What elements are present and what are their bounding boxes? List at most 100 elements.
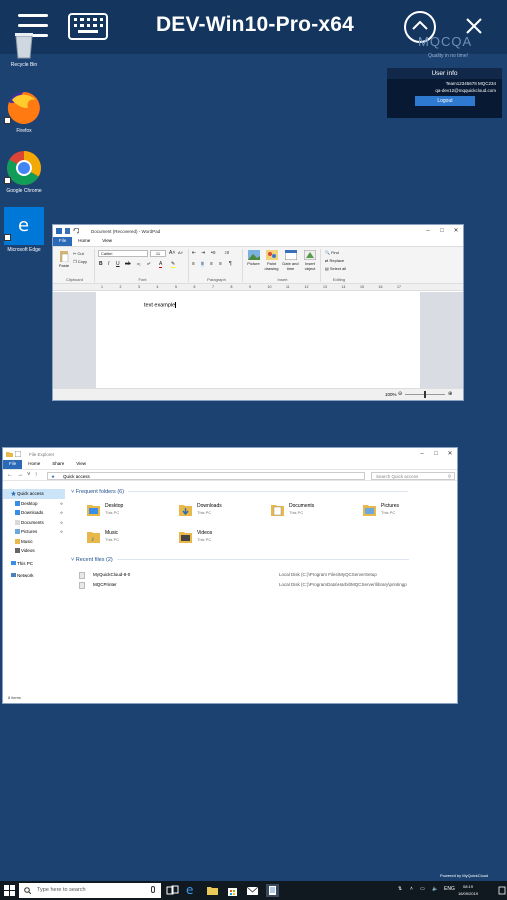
strikethrough-icon[interactable]: ab — [125, 261, 131, 267]
font-color-icon[interactable]: A — [159, 261, 163, 268]
store-icon[interactable] — [226, 884, 239, 897]
wordpad-title-bar[interactable]: Document (Recovered) - WordPad – □ ✕ — [53, 225, 463, 237]
underline-icon[interactable]: U — [116, 261, 120, 267]
recent-file-row[interactable]: MQCPrinter Local Disk (C:)\ProgramData\H… — [79, 581, 449, 590]
pin-icon[interactable]: ⟡ — [60, 518, 63, 528]
italic-icon[interactable]: I — [108, 261, 109, 267]
ruler[interactable]: 1 2 3 4 5 6 7 8 9 10 11 12 13 14 15 16 17 — [53, 284, 463, 291]
folder-tile-pictures[interactable]: Pictures This PC — [363, 500, 443, 522]
date-time-button[interactable]: Date and time — [282, 250, 299, 271]
notification-icon[interactable] — [498, 885, 506, 896]
address-input[interactable]: ★ Quick access — [47, 472, 365, 480]
tab-file[interactable]: File — [3, 460, 23, 469]
nav-desktop[interactable]: Desktop ⟡ — [3, 499, 65, 509]
insert-object-button[interactable]: Insert object — [301, 250, 319, 271]
nav-pictures[interactable]: Pictures ⟡ — [3, 527, 65, 537]
microphone-icon[interactable] — [151, 886, 155, 893]
tab-view[interactable]: View — [96, 237, 118, 246]
nav-network[interactable]: Network — [3, 571, 65, 581]
document-page[interactable]: text example — [96, 292, 420, 389]
nav-documents[interactable]: Documents ⟡ — [3, 518, 65, 528]
desktop-icon-edge[interactable]: e Microsoft Edge — [0, 207, 48, 253]
maximize-button[interactable]: □ — [435, 225, 449, 237]
tab-home[interactable]: Home — [22, 460, 46, 469]
superscript-icon[interactable]: x² — [147, 261, 150, 266]
task-view-icon[interactable] — [166, 884, 179, 897]
logout-button[interactable]: Logout — [415, 96, 475, 106]
wordpad-taskbar-icon[interactable] — [266, 884, 279, 897]
folder-tile-music[interactable]: ♪ Music This PC — [87, 527, 167, 549]
language-indicator[interactable]: ENG — [444, 886, 455, 892]
font-family-select[interactable]: Calibri — [98, 250, 148, 257]
bullets-icon[interactable]: •≡ — [211, 250, 216, 256]
tab-share[interactable]: Share — [46, 460, 70, 469]
nav-downloads[interactable]: Downloads ⟡ — [3, 508, 65, 518]
paste-button[interactable]: Paste — [57, 250, 71, 268]
undo-icon[interactable] — [73, 228, 79, 234]
frequent-folders-header[interactable]: ˅ Frequent folders (6) — [71, 489, 409, 495]
pin-icon[interactable]: ⟡ — [60, 499, 63, 509]
edge-taskbar-icon[interactable]: e — [186, 884, 199, 897]
align-center-icon[interactable]: ≡ — [201, 261, 204, 267]
nav-music[interactable]: Music — [3, 537, 65, 547]
close-button[interactable]: ✕ — [449, 225, 463, 237]
folder-tile-downloads[interactable]: Downloads This PC — [179, 500, 259, 522]
display-tray-icon[interactable]: ▭ — [420, 886, 425, 892]
line-spacing-icon[interactable]: ↕≡ — [224, 250, 229, 256]
picture-button[interactable]: Picture — [245, 250, 262, 266]
bold-icon[interactable]: B — [99, 261, 103, 267]
file-explorer-taskbar-icon[interactable] — [206, 884, 219, 897]
copy-button[interactable]: ❐ Copy — [73, 259, 87, 264]
select-all-button[interactable]: ▤ Select all — [325, 266, 346, 271]
properties-icon[interactable] — [15, 451, 21, 457]
recent-file-row[interactable]: MyQuickCloud-8-0 Local Disk (C:)\Program… — [79, 571, 449, 580]
folder-tile-documents[interactable]: Documents This PC — [271, 500, 351, 522]
paint-drawing-button[interactable]: Paint drawing — [263, 250, 280, 271]
recent-files-header[interactable]: ˅ Recent files (2) — [71, 557, 409, 563]
maximize-button[interactable]: □ — [429, 448, 443, 460]
keyboard-icon[interactable] — [68, 13, 108, 40]
up-arrow-icon[interactable]: ↑ — [35, 472, 38, 478]
align-right-icon[interactable]: ≡ — [210, 261, 213, 267]
subscript-icon[interactable]: x₂ — [137, 261, 141, 266]
font-size-select[interactable]: 11 — [150, 250, 166, 257]
shrink-font-icon[interactable]: A˅ — [178, 250, 183, 255]
close-button[interactable]: ✕ — [443, 448, 457, 460]
explorer-title-bar[interactable]: File Explorer – □ ✕ — [3, 448, 457, 460]
paragraph-settings-icon[interactable]: ¶ — [229, 261, 232, 267]
nav-videos[interactable]: Videos — [3, 546, 65, 556]
minimize-button[interactable]: – — [415, 448, 429, 460]
desktop-icon-firefox[interactable]: Firefox — [0, 90, 48, 134]
desktop-icon-chrome[interactable]: Google Chrome — [0, 150, 48, 194]
windows-start-icon[interactable] — [4, 885, 15, 896]
desktop-icon-recycle-bin[interactable]: Recycle Bin — [0, 28, 48, 68]
zoom-in-icon[interactable]: ⊕ — [448, 391, 452, 397]
volume-icon[interactable]: 🔈 — [432, 886, 438, 892]
highlight-icon[interactable]: ✎ — [171, 261, 176, 268]
pin-icon[interactable]: ⟡ — [60, 527, 63, 537]
zoom-slider[interactable] — [405, 391, 445, 398]
mail-icon[interactable] — [246, 884, 259, 897]
minimize-button[interactable]: – — [421, 225, 435, 237]
replace-button[interactable]: ⇄ Replace — [325, 258, 344, 263]
pin-icon[interactable]: ⟡ — [60, 508, 63, 518]
cut-button[interactable]: ✂ Cut — [73, 251, 84, 256]
folder-tile-desktop[interactable]: Desktop This PC — [87, 500, 167, 522]
save-icon[interactable] — [65, 228, 70, 234]
wordpad-window[interactable]: Document (Recovered) - WordPad – □ ✕ Fil… — [52, 224, 464, 401]
decrease-indent-icon[interactable]: ⇤ — [192, 250, 196, 256]
grow-font-icon[interactable]: A˄ — [169, 250, 175, 256]
nav-quick-access[interactable]: Quick access — [3, 489, 65, 499]
justify-icon[interactable]: ≡ — [219, 261, 222, 267]
find-button[interactable]: 🔍 Find — [325, 250, 339, 255]
increase-indent-icon[interactable]: ⇥ — [201, 250, 205, 256]
tab-file[interactable]: File — [53, 237, 73, 246]
recent-locations-icon[interactable]: ˅ — [27, 472, 31, 478]
forward-arrow-icon[interactable]: → — [17, 472, 23, 478]
close-icon[interactable] — [464, 16, 484, 36]
network-tray-icon[interactable]: ⇅ — [398, 886, 402, 892]
tab-home[interactable]: Home — [72, 237, 96, 246]
file-explorer-window[interactable]: File Explorer – □ ✕ File Home Share View… — [2, 447, 458, 704]
taskbar-search-input[interactable]: Type here to search — [19, 883, 161, 898]
search-input[interactable]: Search Quick access ⚲ — [371, 472, 455, 480]
